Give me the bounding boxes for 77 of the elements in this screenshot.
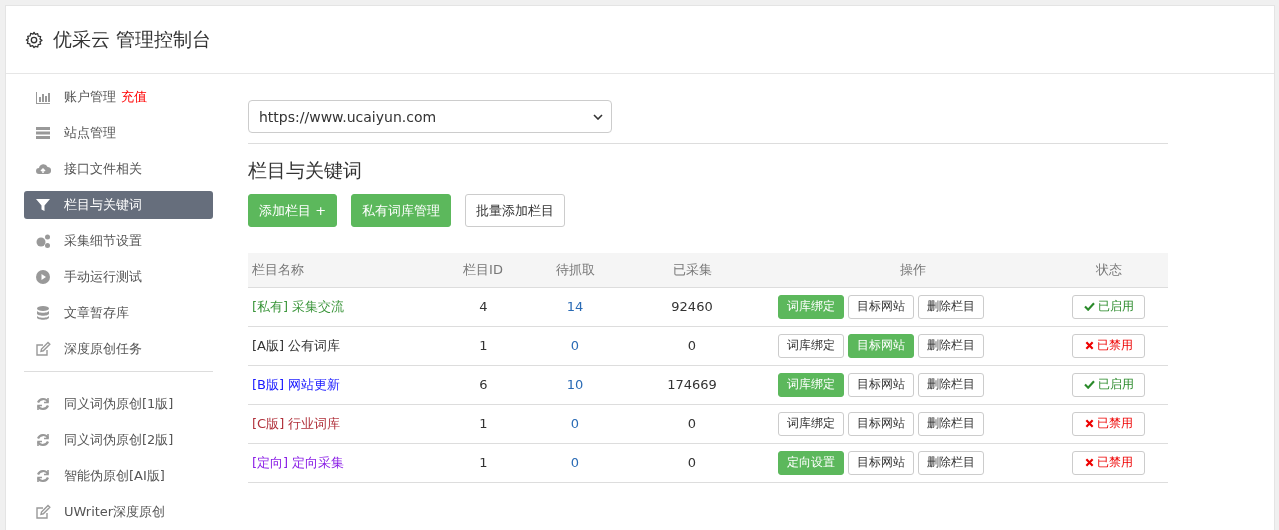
status-button[interactable]: 已禁用 [1072, 411, 1145, 436]
action-button[interactable]: 目标网站 [848, 450, 914, 475]
server-icon [35, 125, 51, 141]
category-name[interactable]: [定向] 定向采集 [248, 443, 443, 482]
sidebar-item[interactable]: 同义词伪原创[2版] [24, 426, 213, 454]
table-cell: 1 [443, 443, 524, 482]
table-cell: 1 [443, 326, 524, 365]
action-button[interactable]: 目标网站 [848, 372, 914, 397]
table-cell: 4 [443, 287, 524, 326]
refresh-icon [35, 432, 51, 448]
table-cell: 0 [524, 443, 626, 482]
table-cell: 14 [524, 287, 626, 326]
column-header: 栏目ID [443, 253, 524, 287]
sidebar-item[interactable]: 文章暂存库 [24, 299, 213, 327]
sidebar-item[interactable]: 深度原创任务 [24, 335, 213, 363]
chevron-down-icon [593, 113, 603, 120]
console-title: 优采云 管理控制台 [53, 26, 212, 52]
action-button[interactable]: 删除栏目 [918, 372, 984, 397]
action-button[interactable]: 词库绑定 [778, 411, 844, 436]
table-cell: 174669 [626, 365, 758, 404]
cross-icon [1084, 341, 1094, 350]
table-cell: 1 [443, 404, 524, 443]
status-button[interactable]: 已启用 [1072, 372, 1145, 397]
status-button[interactable]: 已禁用 [1072, 450, 1145, 475]
table-cell: 0 [524, 326, 626, 365]
column-header: 栏目名称 [248, 253, 443, 287]
edit-icon [35, 504, 51, 520]
sidebar-item[interactable]: 接口文件相关 [24, 155, 213, 183]
category-name[interactable]: [私有] 采集交流 [248, 287, 443, 326]
recharge-link[interactable]: 充值 [121, 88, 147, 106]
column-header: 操作 [758, 253, 1049, 287]
sidebar-item[interactable]: UWriter深度原创 [24, 498, 213, 526]
action-button[interactable]: 词库绑定 [778, 333, 844, 358]
settings-icon [25, 30, 43, 49]
table-cell: 0 [626, 326, 758, 365]
category-name[interactable]: [B版] 网站更新 [248, 365, 443, 404]
category-name[interactable]: [A版] 公有词库 [248, 326, 443, 365]
edit-icon [35, 341, 51, 357]
filter-icon [35, 197, 51, 213]
table-cell: 0 [626, 404, 758, 443]
action-button[interactable]: 目标网站 [848, 294, 914, 319]
cross-icon [1084, 458, 1094, 467]
status-button[interactable]: 已禁用 [1072, 333, 1145, 358]
play-icon [35, 269, 51, 285]
action-button[interactable]: 目标网站 [848, 411, 914, 436]
sidebar-item[interactable]: 账户管理 充值 [24, 83, 213, 111]
sidebar-item[interactable]: 手动运行测试 [24, 263, 213, 291]
cloud-upload-icon [35, 161, 51, 177]
action-button[interactable]: 删除栏目 [918, 294, 984, 319]
table-cell: 0 [626, 443, 758, 482]
sidebar-item[interactable]: 同义词伪原创[1版] [24, 390, 213, 418]
action-button[interactable]: 删除栏目 [918, 411, 984, 436]
check-icon [1083, 380, 1095, 389]
database-icon [35, 305, 51, 321]
toolbar-button[interactable]: 批量添加栏目 [465, 194, 566, 227]
category-name[interactable]: [C版] 行业词库 [248, 404, 443, 443]
column-header: 状态 [1049, 253, 1168, 287]
sidebar-item[interactable]: 智能伪原创[AI版] [24, 462, 213, 490]
bar-chart-icon [35, 89, 51, 105]
sidebar-item[interactable]: 采集细节设置 [24, 227, 213, 255]
sidebar-item[interactable]: 栏目与关键词 [24, 191, 213, 219]
table-cell: 6 [443, 365, 524, 404]
action-button[interactable]: 删除栏目 [918, 333, 984, 358]
refresh-icon [35, 468, 51, 484]
column-header: 已采集 [626, 253, 758, 287]
table-cell: 10 [524, 365, 626, 404]
column-header: 待抓取 [524, 253, 626, 287]
refresh-icon [35, 396, 51, 412]
check-icon [1083, 302, 1095, 311]
sidebar-item[interactable]: 站点管理 [24, 119, 213, 147]
section-heading: 栏目与关键词 [248, 158, 363, 183]
table-cell: 92460 [626, 287, 758, 326]
status-button[interactable]: 已启用 [1072, 294, 1145, 319]
action-button[interactable]: 删除栏目 [918, 450, 984, 475]
cross-icon [1084, 419, 1094, 428]
table-cell: 0 [524, 404, 626, 443]
site-select[interactable]: https://www.ucaiyun.com [248, 100, 612, 133]
